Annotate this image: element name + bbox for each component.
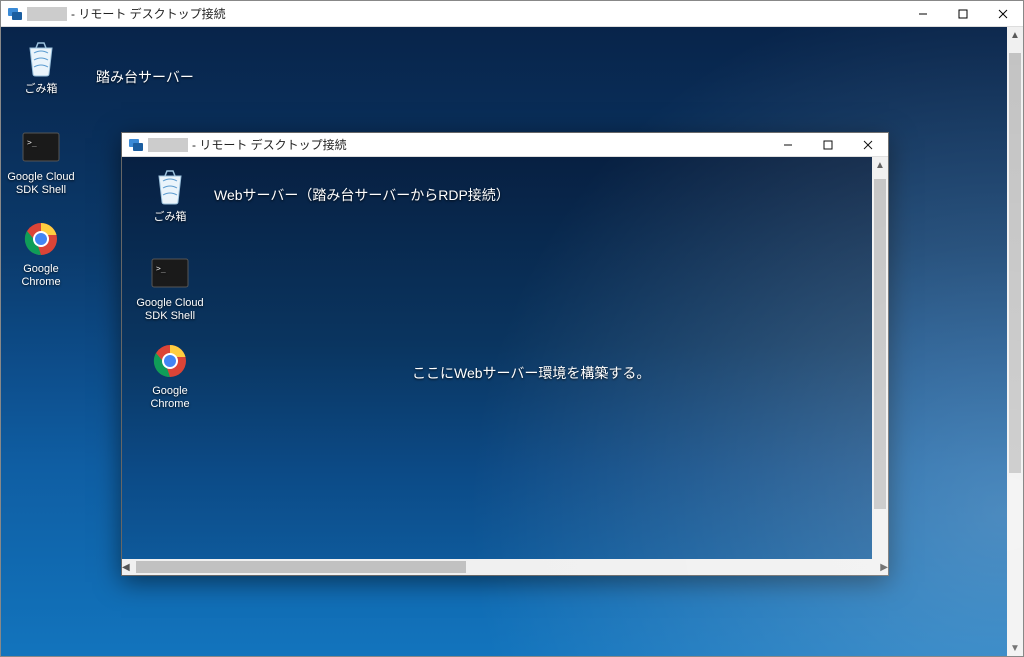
scroll-track[interactable] <box>1007 43 1023 640</box>
inner-host-redacted <box>148 138 188 152</box>
svg-text:>_: >_ <box>27 138 37 147</box>
scroll-thumb-h[interactable] <box>136 561 466 573</box>
sdk-shell-label: Google Cloud SDK Shell <box>5 171 77 197</box>
scroll-track[interactable] <box>872 173 888 559</box>
outer-close-button[interactable] <box>983 1 1023 27</box>
inner-close-button[interactable] <box>848 132 888 158</box>
outer-minimize-button[interactable] <box>903 1 943 27</box>
sdk-shell-icon-outer[interactable]: >_ Google Cloud SDK Shell <box>5 127 77 197</box>
scroll-down-button[interactable]: ▼ <box>1007 640 1023 656</box>
chrome-icon-inner[interactable]: Google Chrome <box>134 341 206 411</box>
outer-annotation: 踏み台サーバー <box>96 67 194 87</box>
rdp-app-icon <box>7 6 23 22</box>
outer-vertical-scrollbar[interactable]: ▲ ▼ <box>1007 27 1023 656</box>
inner-titlebar[interactable]: - リモート デスクトップ接続 <box>122 133 888 157</box>
outer-title-text: - リモート デスクトップ接続 <box>71 5 226 22</box>
recycle-bin-icon-inner[interactable]: ごみ箱 <box>134 167 206 224</box>
inner-title-text: - リモート デスクトップ接続 <box>192 136 347 153</box>
inner-remote-desktop[interactable]: ごみ箱 >_ Google Cloud SDK Shell Google Chr… <box>122 157 888 575</box>
terminal-icon: >_ <box>150 253 190 293</box>
scroll-right-button[interactable]: ▶ <box>880 559 888 575</box>
recycle-bin-glyph <box>150 167 190 207</box>
inner-annotation: Webサーバー（踏み台サーバーからRDP接続） <box>214 185 510 205</box>
inner-maximize-button[interactable] <box>808 132 848 158</box>
recycle-bin-label: ごみ箱 <box>5 83 77 96</box>
rdp-app-icon <box>128 137 144 153</box>
scroll-up-button[interactable]: ▲ <box>1007 27 1023 43</box>
outer-titlebar[interactable]: - リモート デスクトップ接続 <box>1 1 1023 27</box>
sdk-shell-icon-inner[interactable]: >_ Google Cloud SDK Shell <box>134 253 206 323</box>
recycle-bin-glyph <box>21 39 61 79</box>
outer-maximize-button[interactable] <box>943 1 983 27</box>
inner-rdp-window[interactable]: - リモート デスクトップ接続 <box>121 132 889 576</box>
scroll-left-button[interactable]: ◀ <box>122 559 130 575</box>
recycle-bin-label: ごみ箱 <box>134 211 206 224</box>
scroll-up-button[interactable]: ▲ <box>872 157 888 173</box>
svg-text:>_: >_ <box>156 264 166 273</box>
terminal-icon: >_ <box>21 127 61 167</box>
scroll-thumb[interactable] <box>874 179 886 509</box>
chrome-glyph <box>21 219 61 259</box>
recycle-bin-icon-outer[interactable]: ごみ箱 <box>5 39 77 96</box>
chrome-icon-outer[interactable]: Google Chrome <box>5 219 77 289</box>
inner-vertical-scrollbar[interactable]: ▲ ▼ <box>872 157 888 575</box>
outer-rdp-window: - リモート デスクトップ接続 ごみ箱 >_ Google Cloud <box>0 0 1024 657</box>
chrome-glyph <box>150 341 190 381</box>
outer-host-redacted <box>27 7 67 21</box>
chrome-label: Google Chrome <box>134 385 206 411</box>
outer-remote-desktop[interactable]: ごみ箱 >_ Google Cloud SDK Shell Google Chr… <box>1 27 1023 656</box>
scroll-track-h[interactable] <box>130 559 881 575</box>
inner-body: ごみ箱 >_ Google Cloud SDK Shell Google Chr… <box>122 157 888 575</box>
inner-center-message: ここにWebサーバー環境を構築する。 <box>412 363 650 383</box>
inner-horizontal-scrollbar[interactable]: ◀ ▶ <box>122 559 888 575</box>
inner-minimize-button[interactable] <box>768 132 808 158</box>
sdk-shell-label: Google Cloud SDK Shell <box>134 297 206 323</box>
chrome-label: Google Chrome <box>5 263 77 289</box>
scroll-thumb[interactable] <box>1009 53 1021 473</box>
